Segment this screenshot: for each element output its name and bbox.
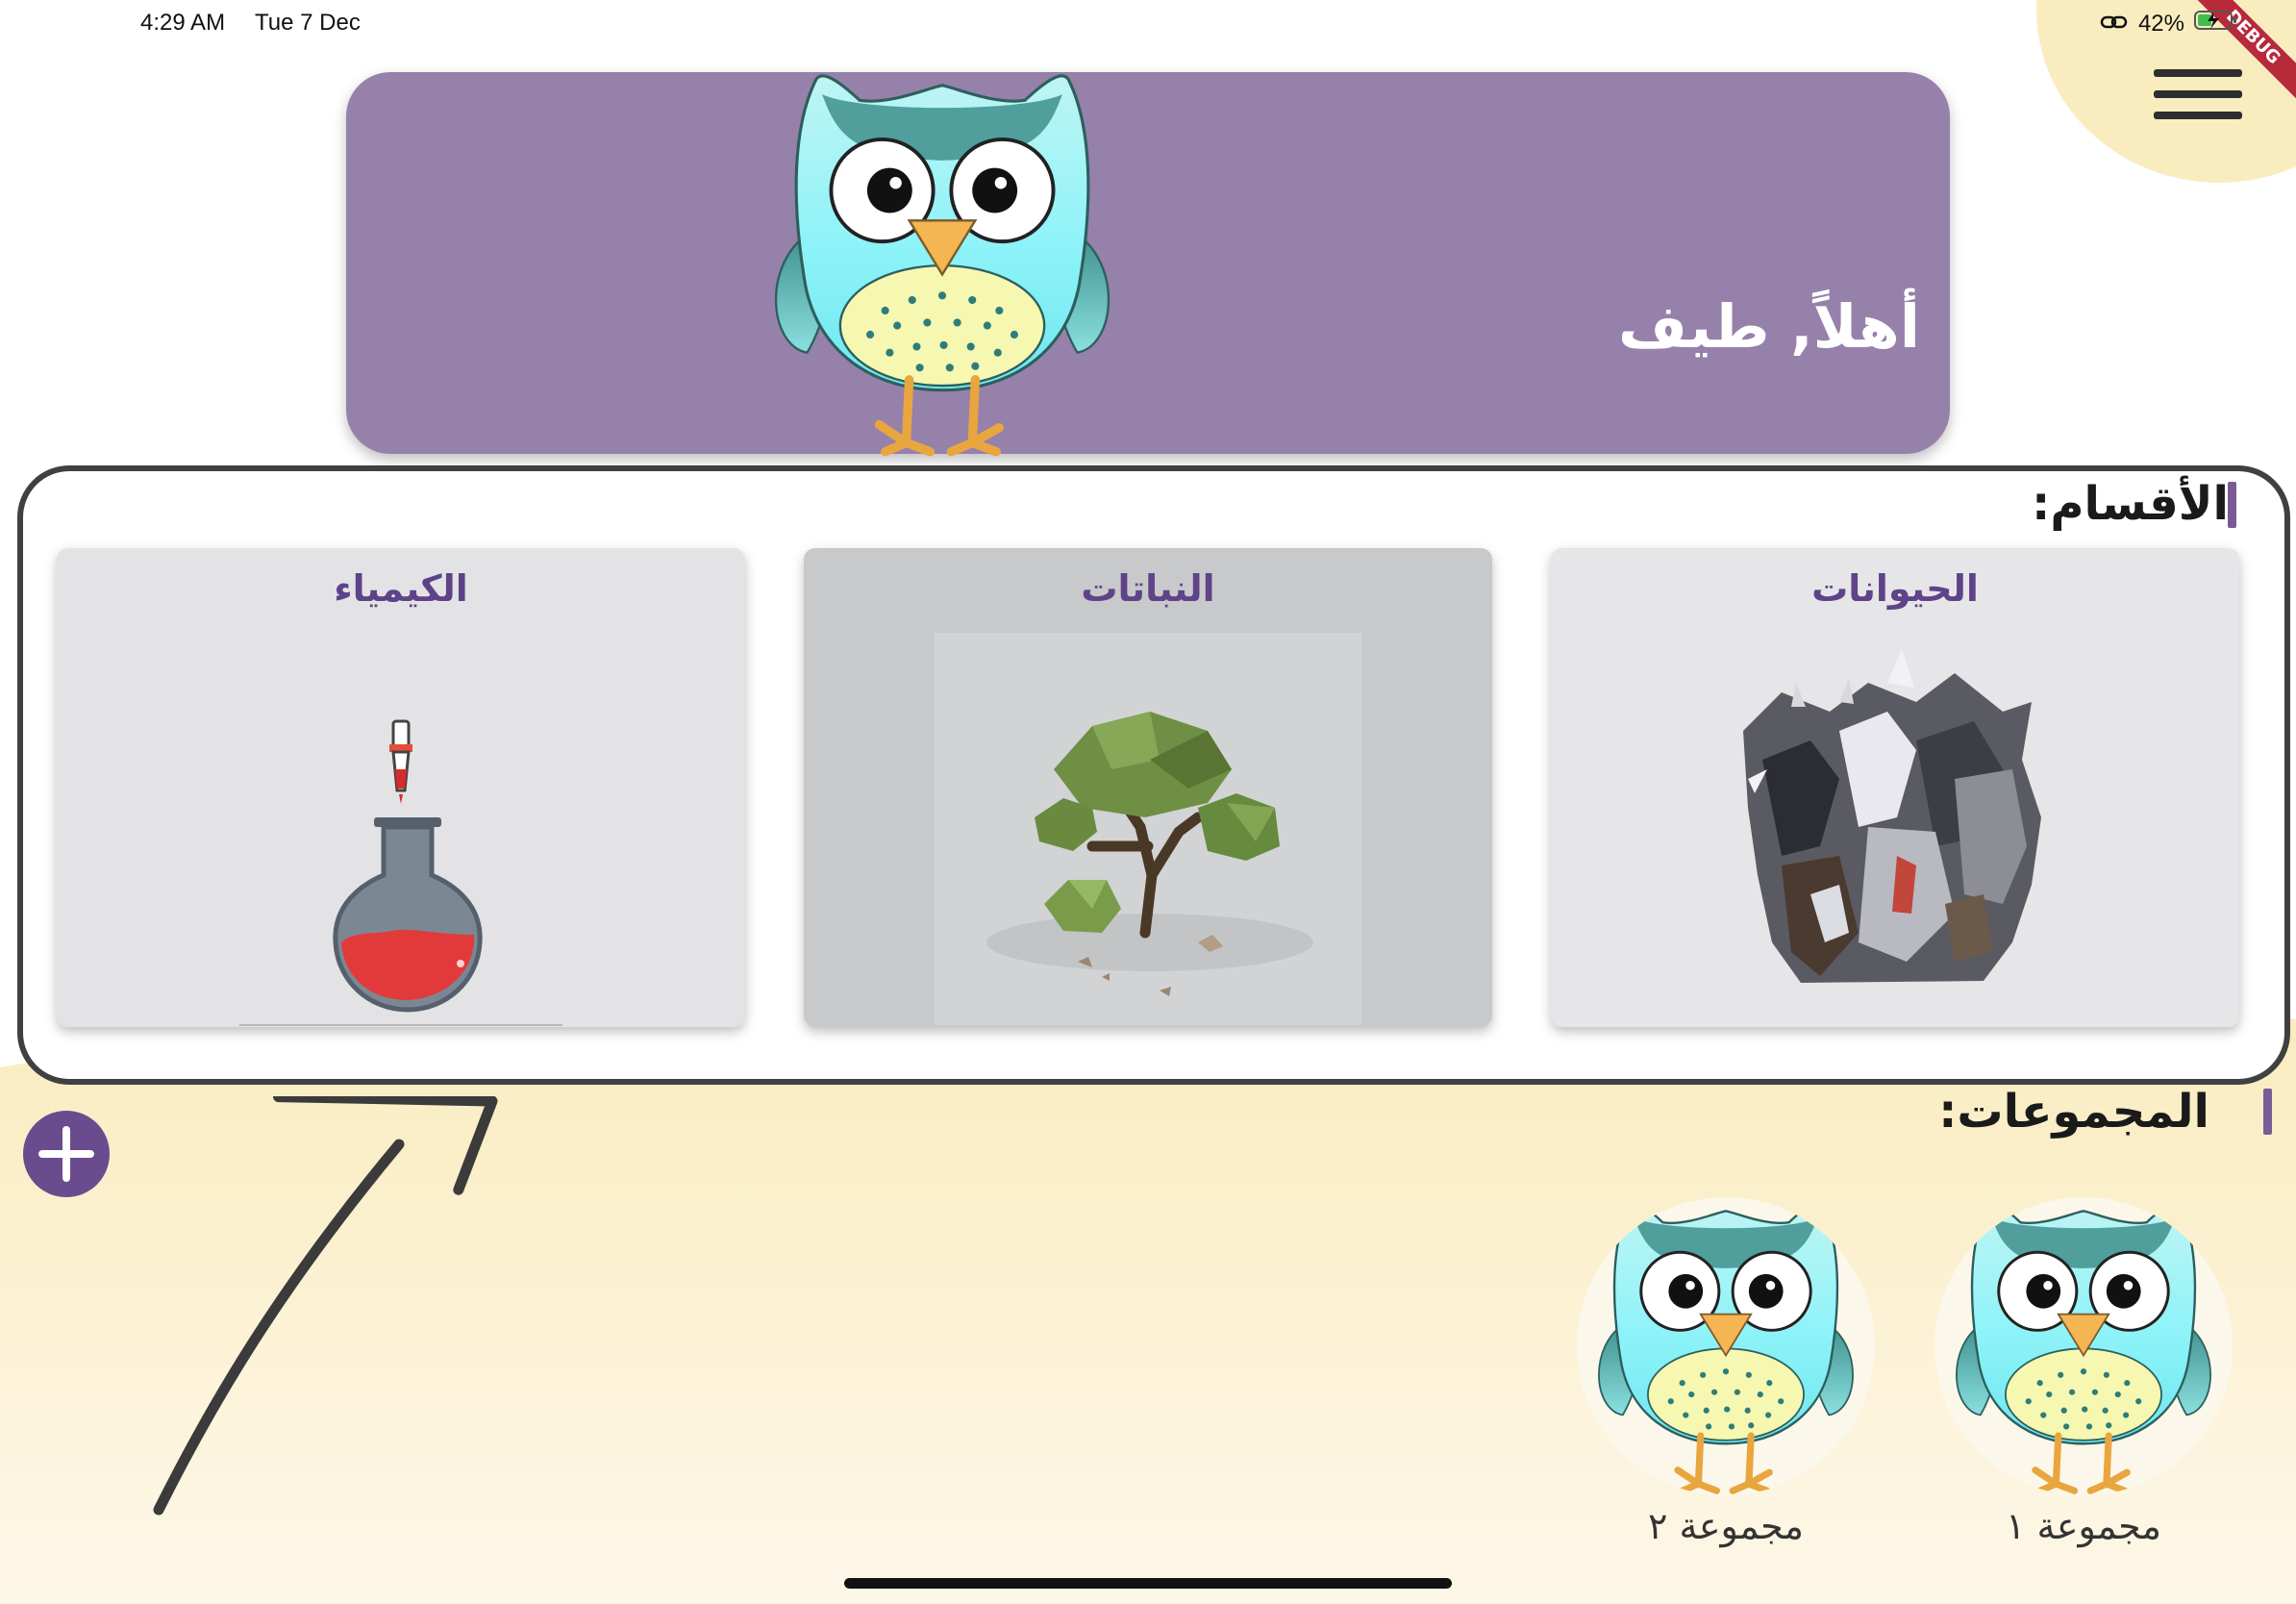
group-label: مجموعة ١ [2005, 1505, 2162, 1547]
home-indicator[interactable] [844, 1578, 1452, 1589]
arrow-hint-icon [153, 1096, 498, 1516]
battery-percentage: 42% [2137, 10, 2184, 37]
owl-icon [1577, 1197, 1875, 1495]
greeting-text: أهلاً, طيف [1618, 291, 1920, 362]
owl-icon [740, 67, 1144, 458]
group-item-2[interactable]: مجموعة ٢ [1577, 1197, 1875, 1563]
category-card-title: الكيمياء [334, 567, 468, 610]
groups-title-accent [2263, 1089, 2272, 1135]
status-indicators: 42% [2100, 10, 2238, 38]
flask-icon [239, 719, 562, 1026]
owl-icon [1934, 1197, 2233, 1495]
groups-title: المجموعات: [1938, 1085, 2209, 1139]
battery-charging-icon [2194, 10, 2238, 38]
category-card-animals[interactable]: الحيوانات [1551, 548, 2239, 1027]
status-bar: 4:29 AM Tue 7 Dec 42% [0, 0, 2296, 46]
category-card-title: الحيوانات [1811, 567, 1979, 610]
tree-icon [935, 633, 1361, 1025]
category-card-title: النباتات [1081, 567, 1215, 610]
category-card-plants[interactable]: النباتات [804, 548, 1492, 1027]
status-date: Tue 7 Dec [255, 10, 361, 36]
categories-title-accent [2228, 482, 2236, 528]
greeting-banner: أهلاً, طيف [346, 72, 1950, 454]
link-icon [2100, 11, 2129, 38]
group-avatar [1934, 1197, 2233, 1495]
group-label: مجموعة ٢ [1647, 1505, 1805, 1547]
animals-icon [1743, 649, 2041, 983]
group-item-1[interactable]: مجموعة ١ [1934, 1197, 2233, 1563]
plus-icon [38, 1126, 94, 1182]
status-time: 4:29 AM [140, 10, 226, 36]
category-card-chemistry[interactable]: الكيمياء [57, 548, 745, 1027]
add-group-button[interactable] [23, 1111, 110, 1197]
group-avatar [1577, 1197, 1875, 1495]
hamburger-menu-icon[interactable] [2154, 69, 2242, 133]
categories-title: الأقسام: [2032, 477, 2229, 531]
